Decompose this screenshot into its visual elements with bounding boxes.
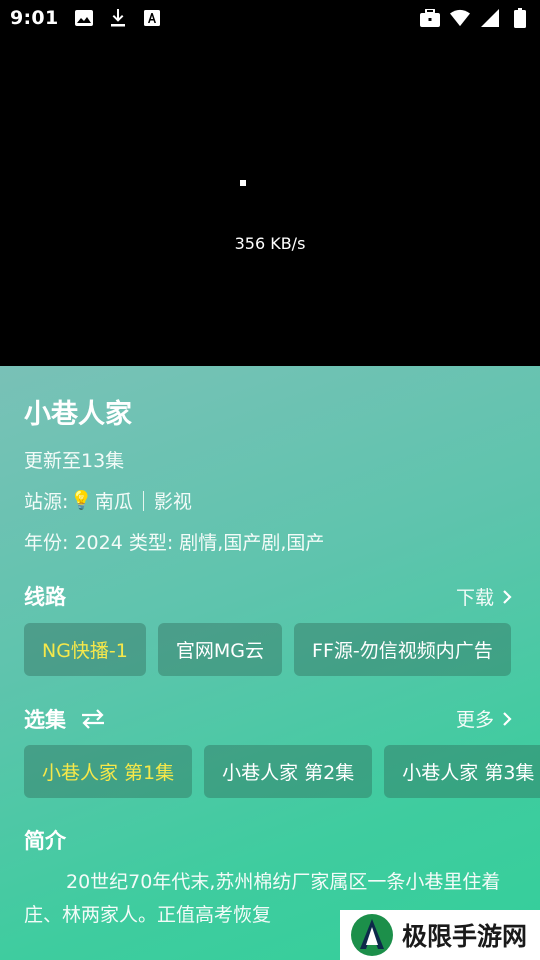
download-icon (108, 8, 128, 28)
status-time: 9:01 (10, 7, 59, 29)
lines-title: 线路 (24, 585, 66, 609)
loading-indicator (240, 180, 246, 186)
download-link[interactable]: 下载 (456, 583, 512, 610)
intro-heading: 简介 (24, 825, 66, 855)
episodes-title: 选集 (24, 708, 66, 732)
watermark-text: 极限手游网 (402, 922, 528, 951)
lines-list: NG快播-1 官网MG云 FF源-勿信视频内广告 (24, 623, 511, 676)
episodes-heading: 选集 (24, 704, 106, 734)
line-chip[interactable]: FF源-勿信视频内广告 (294, 623, 511, 676)
source-divider (142, 490, 144, 511)
battery-icon (510, 8, 530, 28)
line-chip[interactable]: 官网MG云 (157, 623, 283, 676)
watermark-emblem-icon (351, 914, 393, 956)
lightbulb-icon: 💡 (70, 490, 93, 511)
status-bar: 9:01 (0, 0, 540, 36)
detail-panel: 小巷人家 更新至13集 站源: 💡 南瓜 影视 年份: 2024 类型: 剧情,… (0, 366, 540, 960)
signal-icon (480, 8, 500, 28)
episodes-list: 小巷人家 第1集 小巷人家 第2集 小巷人家 第3集 (24, 745, 540, 798)
year-genre: 年份: 2024 类型: 剧情,国产剧,国产 (24, 532, 325, 554)
source-type: 影视 (153, 491, 192, 513)
episode-chip[interactable]: 小巷人家 第2集 (204, 745, 373, 798)
status-left-icons (74, 8, 162, 28)
image-icon (74, 8, 94, 28)
more-label: 更多 (455, 709, 494, 731)
video-title: 小巷人家 (24, 399, 132, 430)
briefcase-icon (420, 8, 440, 28)
status-right-icons (420, 8, 530, 28)
chevron-right-icon (503, 589, 512, 604)
source-label: 站源: (24, 491, 69, 513)
swap-order-icon[interactable] (80, 709, 106, 729)
episode-chip[interactable]: 小巷人家 第1集 (24, 745, 193, 798)
watermark-logo: 极限手游网 (340, 910, 540, 960)
download-label: 下载 (455, 587, 494, 609)
update-status: 更新至13集 (24, 450, 125, 472)
line-chip[interactable]: NG快播-1 (24, 623, 146, 676)
intro-title: 简介 (24, 829, 66, 853)
lines-heading: 线路 (24, 581, 66, 611)
chevron-right-icon (503, 711, 512, 726)
source-info: 站源: 💡 南瓜 影视 (24, 487, 192, 514)
video-player[interactable]: 356 KB/s (0, 36, 540, 366)
download-speed: 356 KB/s (234, 234, 306, 253)
source-name: 南瓜 (94, 491, 133, 513)
font-icon (142, 8, 162, 28)
episode-chip[interactable]: 小巷人家 第3集 (384, 745, 540, 798)
more-episodes-link[interactable]: 更多 (456, 705, 512, 732)
wifi-icon (450, 8, 470, 28)
